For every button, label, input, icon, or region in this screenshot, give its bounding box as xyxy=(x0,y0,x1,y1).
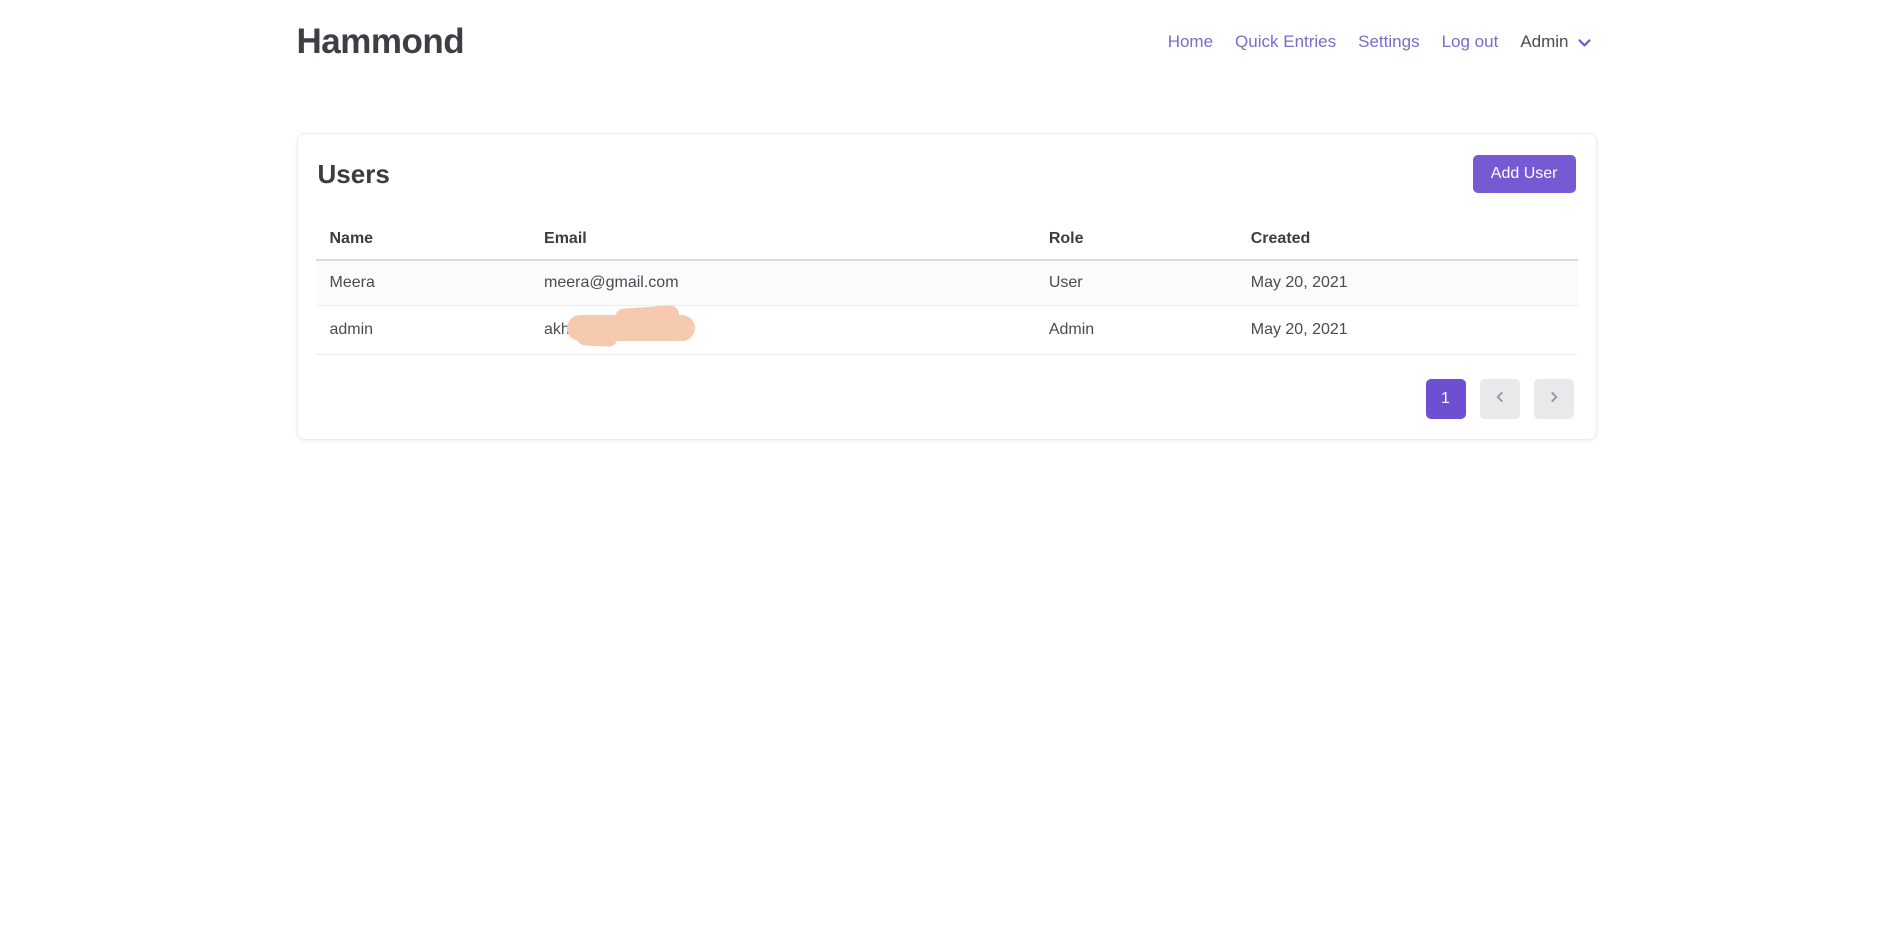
column-header-email: Email xyxy=(530,220,1035,260)
nav-user-menu[interactable]: Admin xyxy=(1509,32,1596,52)
table-header-row: Name Email Role Created xyxy=(316,220,1578,260)
nav-item-home[interactable]: Home xyxy=(1157,32,1224,52)
table-row: admin akh Admin May 20, 2021 xyxy=(316,306,1578,355)
main-nav: Home Quick Entries Settings Log out Admi… xyxy=(1157,32,1597,52)
chevron-down-icon xyxy=(1576,34,1593,51)
table-row: Meera meera@gmail.com User May 20, 2021 xyxy=(316,260,1578,306)
chevron-right-icon xyxy=(1547,390,1561,409)
users-card-header: Users Add User xyxy=(316,155,1578,193)
users-table: Name Email Role Created Meera meera@gmai… xyxy=(316,220,1578,355)
pagination: 1 xyxy=(316,379,1578,419)
brand-logo[interactable]: Hammond xyxy=(297,22,465,62)
nav-item-settings[interactable]: Settings xyxy=(1347,32,1430,52)
cell-name: Meera xyxy=(316,260,531,306)
chevron-left-icon xyxy=(1493,390,1507,409)
column-header-role: Role xyxy=(1035,220,1237,260)
cell-created: May 20, 2021 xyxy=(1237,260,1578,306)
nav-user-label: Admin xyxy=(1520,32,1568,52)
cell-name: admin xyxy=(316,306,531,355)
users-card: Users Add User Name Email Role Created M… xyxy=(297,133,1597,440)
pagination-prev-button[interactable] xyxy=(1480,379,1520,419)
nav-item-quick-entries[interactable]: Quick Entries xyxy=(1224,32,1347,52)
pagination-page-1[interactable]: 1 xyxy=(1426,379,1466,419)
email-visible-text: akh xyxy=(544,321,570,338)
top-navbar: Hammond Home Quick Entries Settings Log … xyxy=(0,0,1893,84)
cell-created: May 20, 2021 xyxy=(1237,306,1578,355)
cell-role: User xyxy=(1035,260,1237,306)
cell-email: akh xyxy=(530,306,1035,355)
column-header-name: Name xyxy=(316,220,531,260)
pagination-next-button[interactable] xyxy=(1534,379,1574,419)
page-title: Users xyxy=(318,159,390,190)
page-content: Users Add User Name Email Role Created M… xyxy=(0,84,1893,440)
nav-item-logout[interactable]: Log out xyxy=(1431,32,1510,52)
cell-role: Admin xyxy=(1035,306,1237,355)
redaction-scribble xyxy=(567,315,695,341)
add-user-button[interactable]: Add User xyxy=(1473,155,1576,193)
column-header-created: Created xyxy=(1237,220,1578,260)
cell-email: meera@gmail.com xyxy=(530,260,1035,306)
